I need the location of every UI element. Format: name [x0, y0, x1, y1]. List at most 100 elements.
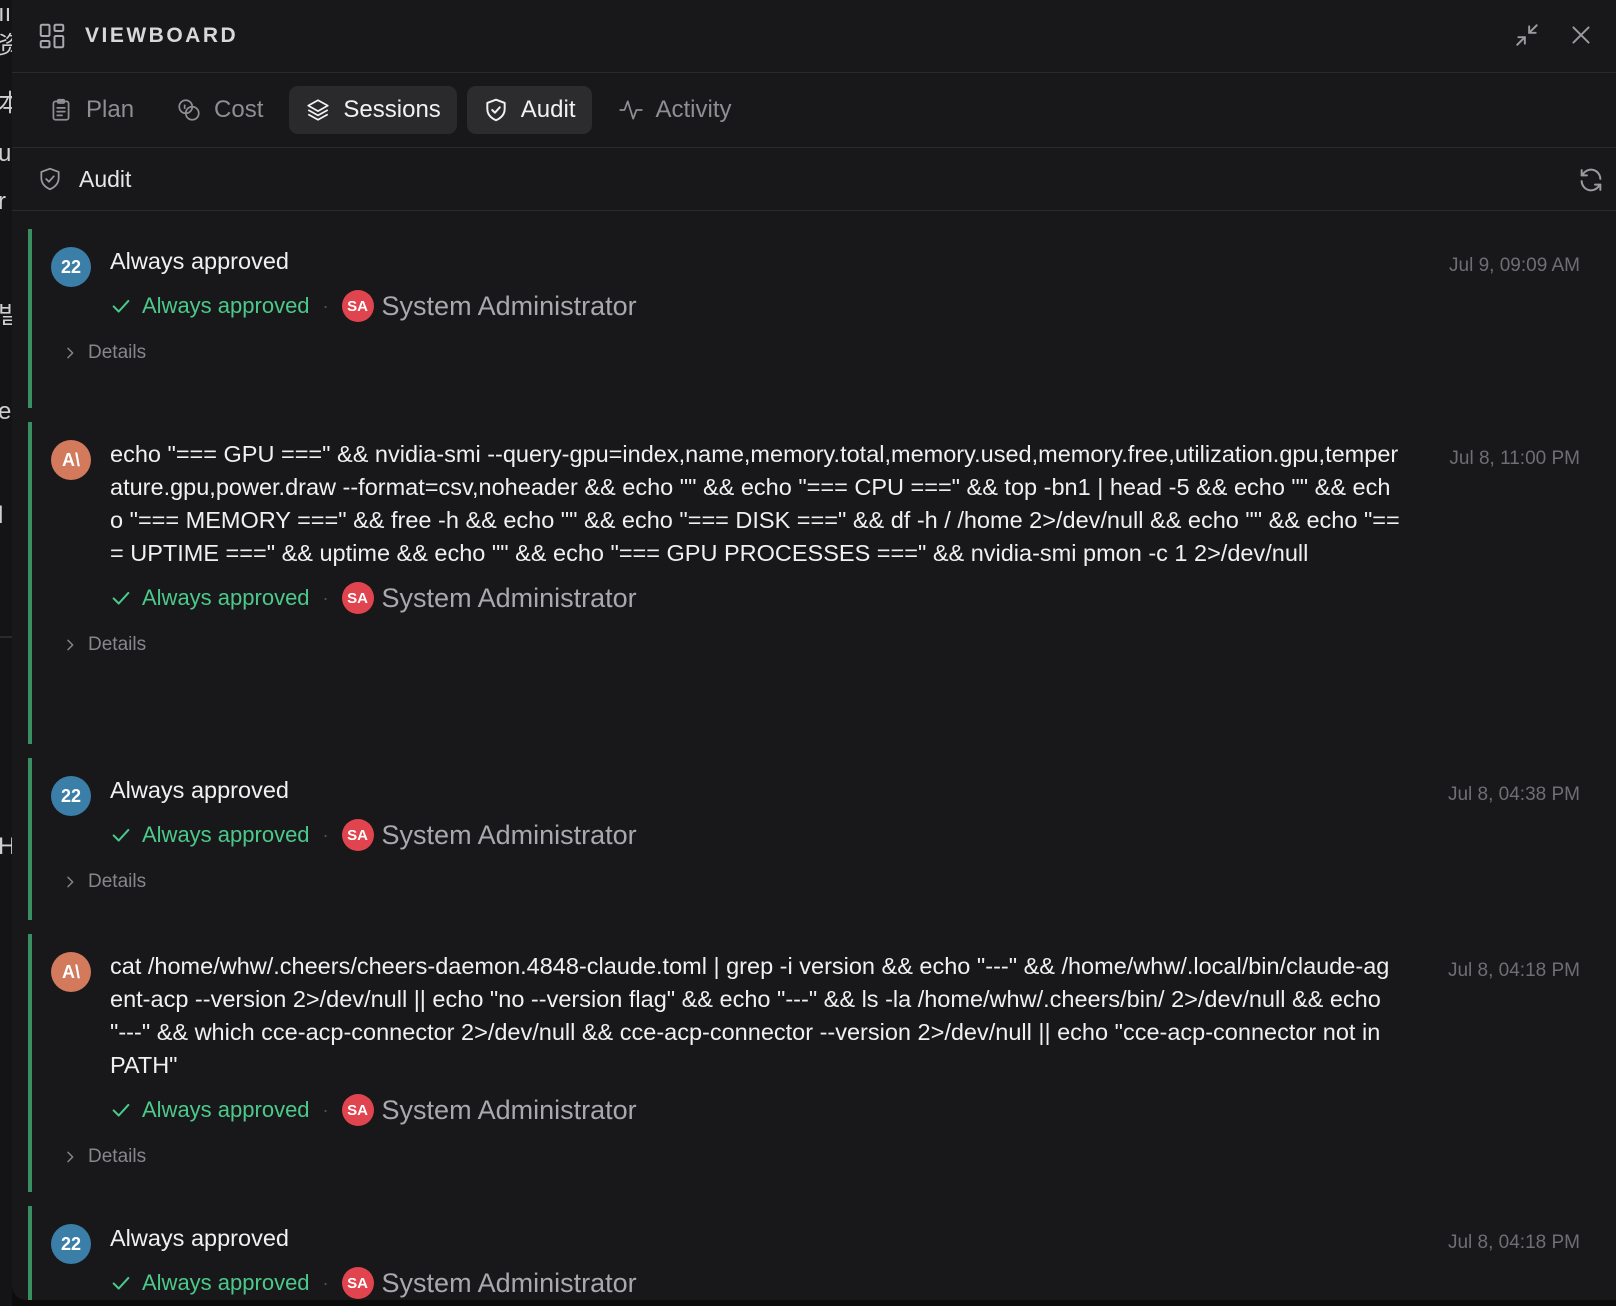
tab-label: Activity: [655, 96, 732, 123]
session-avatar: 22: [51, 1224, 91, 1264]
tab-label: Cost: [214, 96, 264, 123]
chevron-right-icon: [67, 876, 74, 888]
anthropic-logo-icon: A\: [51, 440, 91, 480]
check-icon: [112, 591, 130, 605]
approval-meta: Always approved · SA System Administrato…: [110, 1265, 1420, 1300]
background-text-fragment: r: [0, 188, 6, 215]
approval-status: Always approved: [142, 822, 310, 847]
audit-entry: 22 Always approved Always approved · SA …: [28, 1206, 1616, 1300]
entry-timestamp: Jul 9, 09:09 AM: [1449, 255, 1580, 276]
approval-meta: Always approved · SA System Administrato…: [110, 817, 1420, 853]
check-icon: [112, 1103, 130, 1117]
background-text-fragment: 资: [0, 34, 12, 58]
background-text-fragment: e: [0, 398, 12, 425]
user-name: System Administrator: [381, 819, 637, 850]
details-label: Details: [88, 871, 147, 892]
details-label: Details: [88, 342, 147, 363]
user-avatar: SA: [341, 819, 374, 851]
background-text-fragment: H=: [0, 833, 12, 860]
entry-timestamp: Jul 8, 04:18 PM: [1447, 960, 1580, 981]
approval-status: Always approved: [142, 293, 310, 318]
anthropic-logo-icon: A\: [51, 952, 91, 992]
details-toggle[interactable]: Details: [62, 342, 1580, 364]
check-icon: [112, 299, 130, 313]
details-toggle[interactable]: Details: [62, 634, 1580, 656]
close-button[interactable]: [1564, 18, 1598, 52]
clipboard-icon: [52, 98, 70, 121]
separator-dot: ·: [322, 1272, 329, 1293]
tab-label: Sessions: [343, 96, 441, 123]
audit-list: 22 Always approved Always approved · SA …: [12, 211, 1616, 1300]
approval-meta: Always approved · SA System Administrato…: [110, 1092, 1420, 1128]
title-bar: VIEWBOARD: [12, 0, 1616, 73]
separator-dot: ·: [322, 587, 329, 608]
shield-check-icon: [486, 98, 506, 122]
background-text-fragment: 本: [0, 92, 12, 116]
details-toggle[interactable]: Details: [62, 1146, 1580, 1168]
user-avatar: SA: [341, 1094, 374, 1126]
details-label: Details: [88, 1146, 147, 1167]
user-name: System Administrator: [381, 1267, 637, 1298]
background-app-strip: ıı 资 本 u r 빌 e l H=: [0, 0, 12, 1306]
chevron-right-icon: [67, 347, 74, 359]
entry-text: Always approved: [110, 777, 289, 803]
approval-status: Always approved: [142, 585, 310, 610]
separator-dot: ·: [322, 295, 329, 316]
user-avatar: SA: [341, 1267, 374, 1299]
separator-dot: ·: [322, 824, 329, 845]
background-divider: [0, 636, 12, 638]
tab-sessions[interactable]: Sessions: [289, 86, 457, 134]
entry-command: cat /home/whw/.cheers/cheers-daemon.4848…: [110, 953, 1390, 1078]
audit-section-header: Audit: [12, 148, 1616, 211]
user-name: System Administrator: [381, 290, 637, 321]
layers-icon: [307, 99, 330, 121]
tab-plan[interactable]: Plan: [32, 86, 150, 134]
user-avatar: SA: [341, 582, 374, 614]
audit-entry: 22 Always approved Always approved · SA …: [28, 229, 1616, 408]
approval-meta: Always approved · SA System Administrato…: [110, 580, 1420, 616]
window-title: VIEWBOARD: [85, 24, 239, 47]
section-title: Audit: [79, 165, 132, 192]
details-toggle[interactable]: Details: [62, 871, 1580, 893]
dashboard-grid-icon: [39, 23, 65, 49]
approval-status: Always approved: [142, 1097, 310, 1122]
audit-entry: 22 Always approved Always approved · SA …: [28, 758, 1616, 920]
entry-timestamp: Jul 8, 04:38 PM: [1447, 784, 1580, 805]
close-icon: [1572, 26, 1590, 44]
tab-bar: Plan Cost Sessions Audit Activity: [12, 73, 1616, 148]
user-name: System Administrator: [381, 1094, 637, 1125]
check-icon: [112, 1276, 130, 1290]
entry-timestamp: Jul 8, 04:18 PM: [1447, 1232, 1580, 1253]
approval-status: Always approved: [142, 1270, 310, 1295]
collapse-button[interactable]: [1510, 18, 1544, 52]
background-text-fragment: l: [0, 502, 4, 529]
tab-activity[interactable]: Activity: [602, 86, 748, 134]
session-avatar: 22: [51, 776, 91, 816]
chevron-right-icon: [67, 639, 74, 651]
entry-text: Always approved: [110, 1225, 289, 1251]
coins-icon: [178, 99, 200, 121]
viewboard-panel: VIEWBOARD Plan Cost Sessions Audit Activ…: [12, 0, 1616, 1300]
details-label: Details: [88, 634, 147, 655]
background-text-fragment: ıı: [0, 0, 12, 27]
minimize-arrows-icon: [1516, 24, 1538, 46]
session-avatar: 22: [51, 247, 91, 287]
chevron-right-icon: [67, 1151, 74, 1163]
tab-audit[interactable]: Audit: [466, 86, 592, 134]
refresh-icon: [1580, 168, 1602, 192]
tab-label: Audit: [520, 96, 576, 123]
separator-dot: ·: [322, 1099, 329, 1120]
approval-meta: Always approved · SA System Administrato…: [110, 288, 1420, 324]
check-icon: [112, 828, 130, 842]
shield-check-icon: [40, 167, 60, 191]
background-text-fragment: u: [0, 140, 12, 167]
entry-command: echo "=== GPU ===" && nvidia-smi --query…: [110, 441, 1400, 566]
background-text-fragment: 빌: [0, 302, 12, 329]
audit-entry: A\ echo "=== GPU ===" && nvidia-smi --qu…: [28, 422, 1616, 744]
refresh-button[interactable]: [1574, 163, 1608, 197]
activity-icon: [618, 100, 643, 120]
tab-cost[interactable]: Cost: [160, 86, 279, 134]
entry-text: Always approved: [110, 248, 289, 274]
audit-entry: A\ cat /home/whw/.cheers/cheers-daemon.4…: [28, 934, 1616, 1192]
user-avatar: SA: [341, 290, 374, 322]
